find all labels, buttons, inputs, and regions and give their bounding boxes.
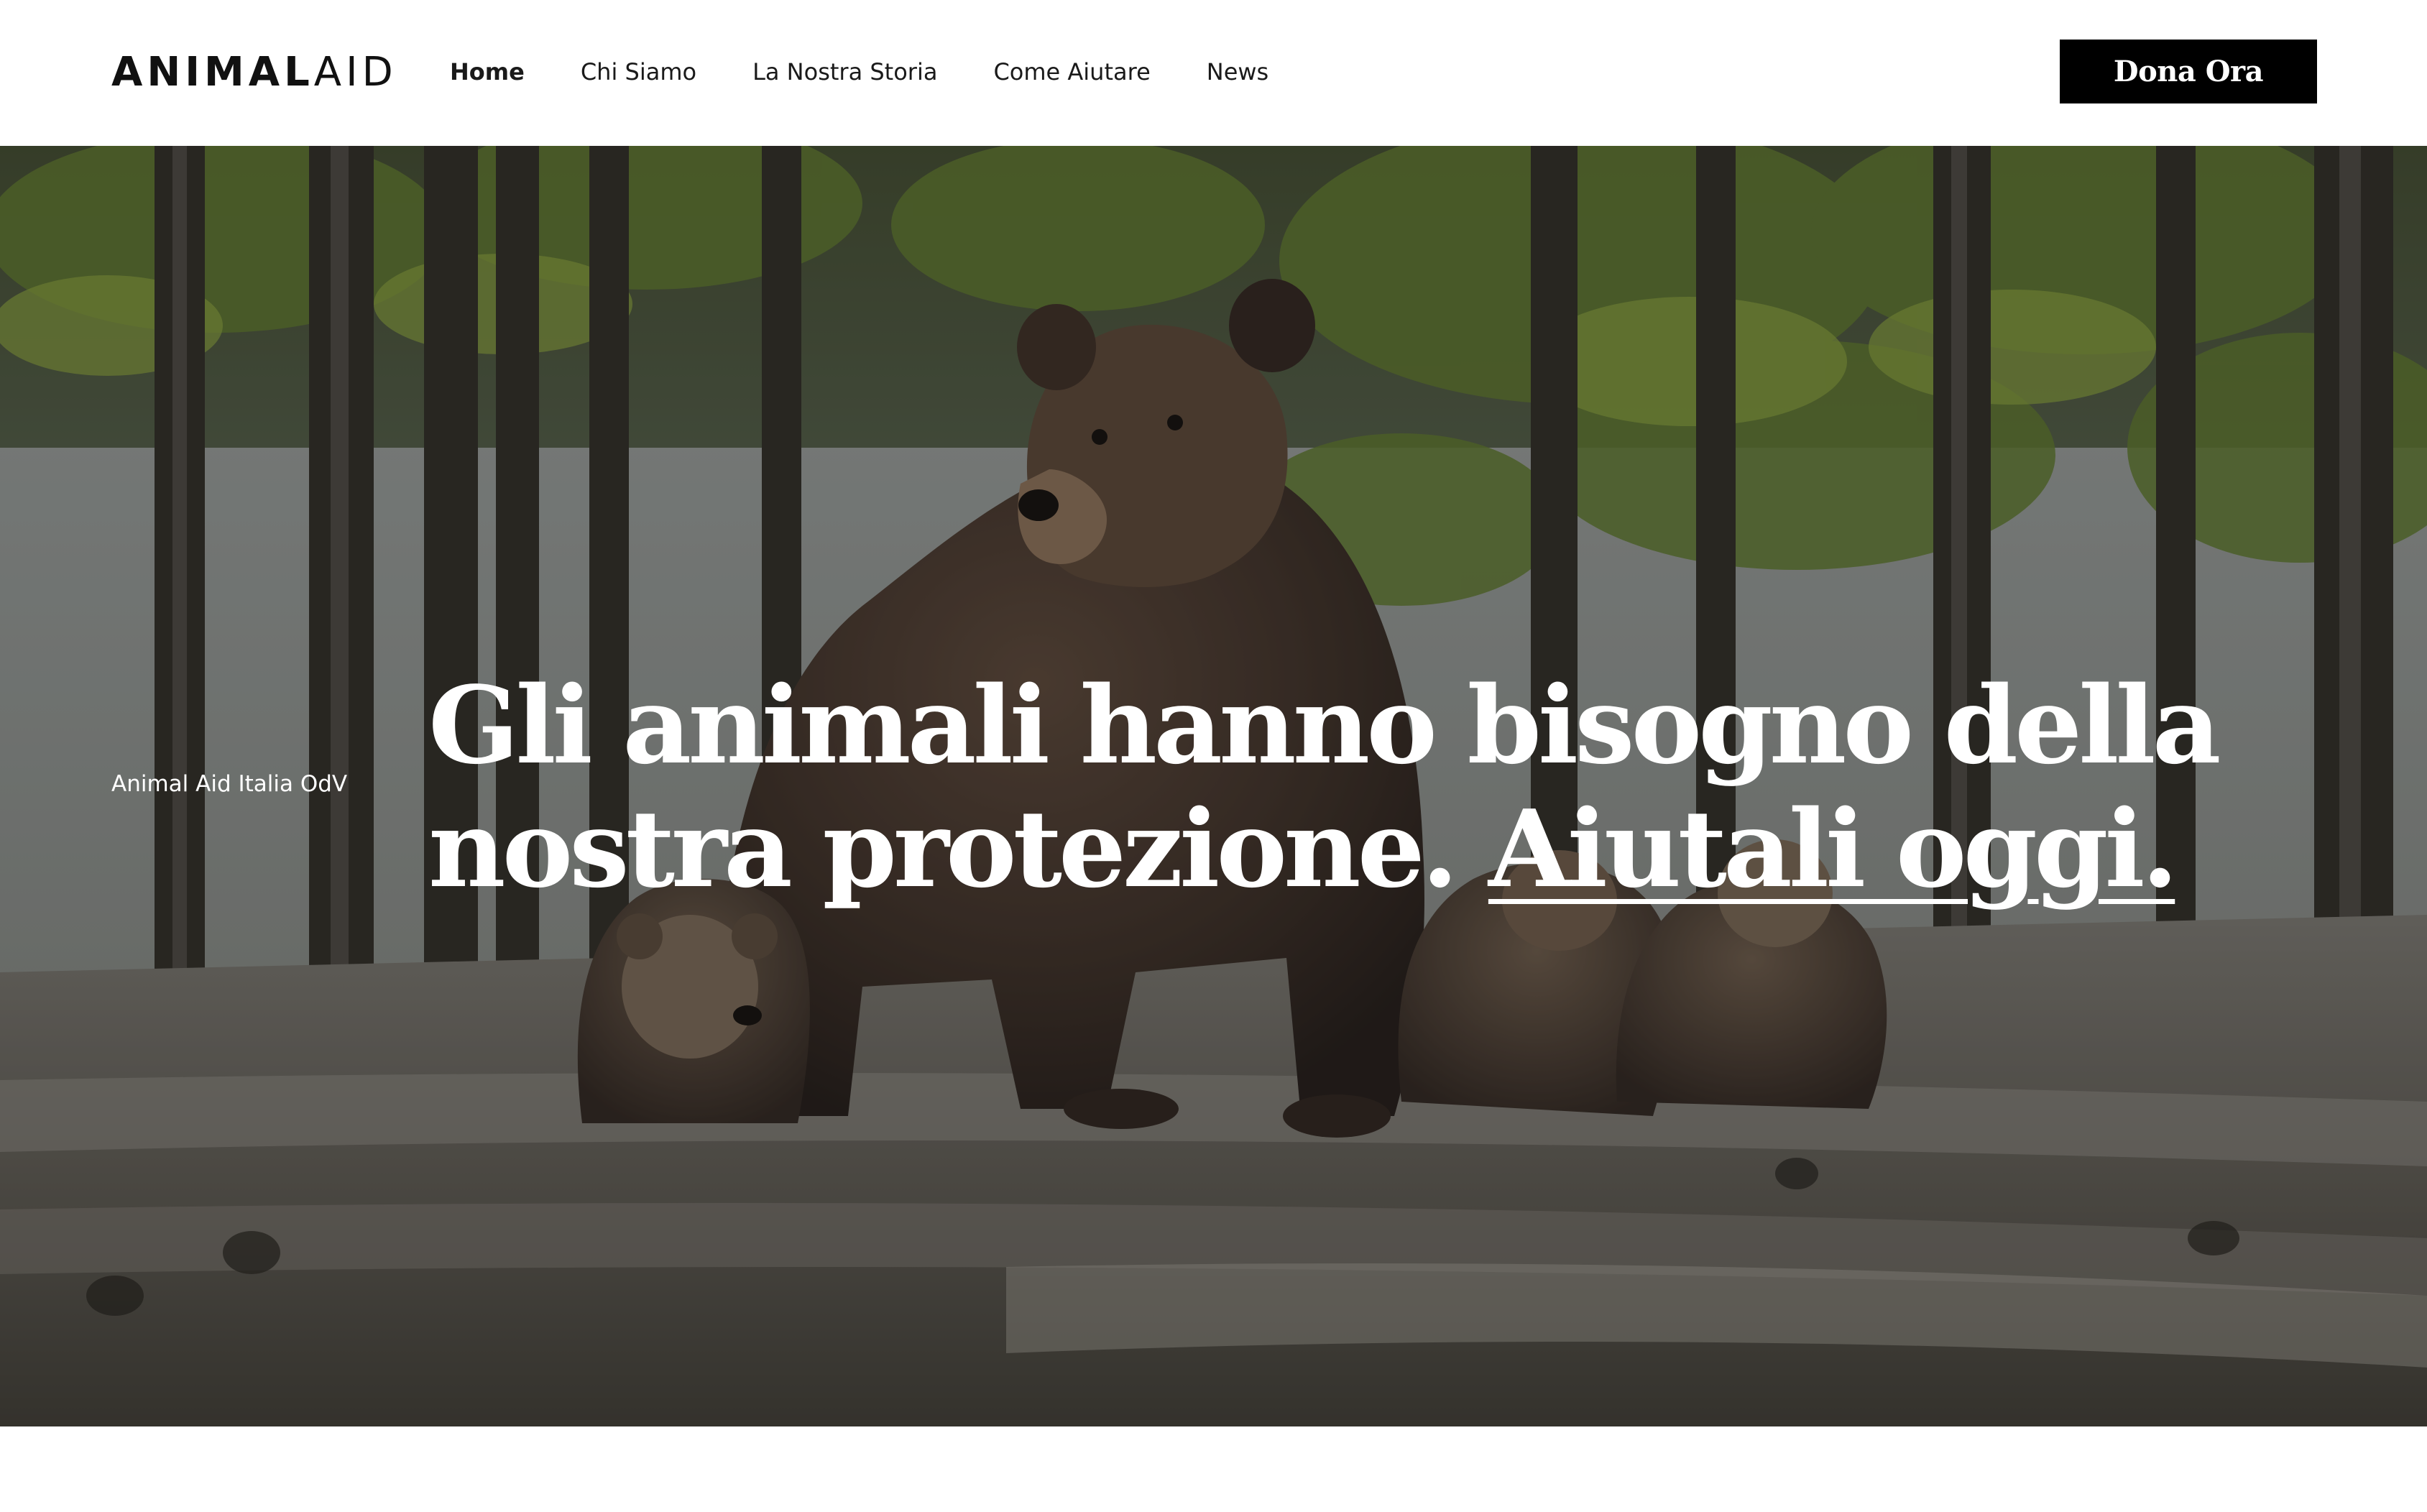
headline-cta-link[interactable]: Aiutali oggi. (1488, 786, 2178, 911)
animal-aid-logo[interactable]: ANIMAL AID (111, 47, 397, 98)
hero-section: Animal Aid Italia OdV Gli animali hanno … (0, 146, 2427, 1426)
logo-word-animal: ANIMAL (111, 49, 314, 96)
main-nav: Home Chi Siamo La Nostra Storia Come Aiu… (450, 50, 1268, 93)
headline-line-1: Gli animali hanno bisogno della (428, 663, 2221, 788)
nav-item-la-nostra-storia[interactable]: La Nostra Storia (752, 58, 937, 86)
donate-button[interactable]: Dona Ora (2060, 40, 2317, 103)
nav-item-come-aiutare[interactable]: Come Aiutare (993, 58, 1150, 86)
headline-line-2-text: nostra protezione. (428, 786, 1458, 911)
nav-item-home[interactable]: Home (450, 58, 525, 86)
logo-word-aid: AID (313, 49, 397, 96)
below-hero-section (0, 1426, 2427, 1512)
organization-label: Animal Aid Italia OdV (111, 771, 348, 797)
hero-headline: Gli animali hanno bisogno della nostra p… (428, 663, 2225, 911)
site-header: ANIMAL AID Home Chi Siamo La Nostra Stori… (0, 0, 2427, 146)
nav-item-news[interactable]: News (1207, 58, 1268, 86)
headline-line-2: nostra protezione. Aiutali oggi. (428, 787, 2225, 911)
nav-item-chi-siamo[interactable]: Chi Siamo (581, 58, 696, 86)
